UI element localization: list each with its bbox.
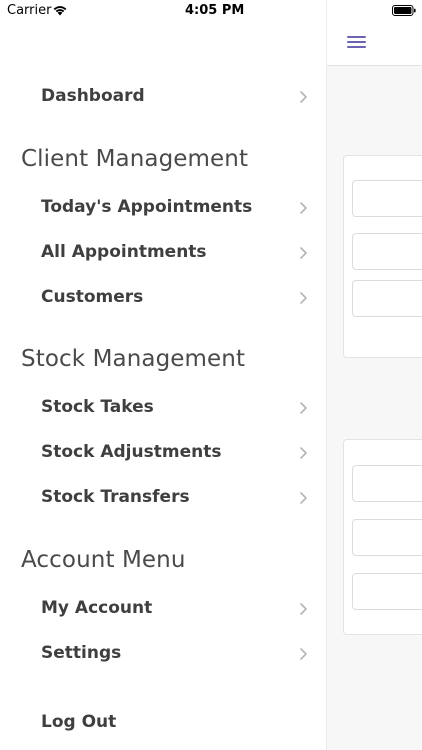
section-header-account-menu: Account Menu [21,547,186,573]
menu-item-stock-transfers[interactable]: Stock Transfers [0,478,326,518]
menu-item-stock-takes[interactable]: Stock Takes [0,388,326,428]
menu-item-label: Stock Transfers [41,487,190,507]
battery-icon [392,5,416,16]
chevron-right-icon [300,202,307,214]
section-header-client-management: Client Management [21,146,249,172]
input-field[interactable] [352,465,422,502]
menu-item-log-out[interactable]: Log Out [0,703,326,743]
carrier-label: Carrier [7,3,52,18]
chevron-right-icon [300,492,307,504]
chevron-right-icon [300,247,307,259]
wifi-icon [53,6,67,16]
content-panel [326,0,422,750]
menu-item-todays-appointments[interactable]: Today's Appointments [0,188,326,228]
input-field[interactable] [352,519,422,556]
menu-item-dashboard[interactable]: Dashboard [0,77,326,117]
menu-item-label: Settings [41,643,122,663]
chevron-right-icon [300,648,307,660]
menu-item-label: All Appointments [41,242,207,262]
chevron-right-icon [300,402,307,414]
menu-item-label: Dashboard [41,86,145,106]
menu-item-label: Today's Appointments [41,197,253,217]
chevron-right-icon [300,603,307,615]
hamburger-icon[interactable] [347,36,366,49]
menu-item-label: My Account [41,598,153,618]
input-field[interactable] [352,280,422,317]
status-time: 4:05 PM [185,3,245,18]
chevron-right-icon [300,447,307,459]
menu-item-my-account[interactable]: My Account [0,589,326,629]
status-bar: Carrier 4:05 PM [0,0,422,22]
menu-item-stock-adjustments[interactable]: Stock Adjustments [0,433,326,473]
input-field[interactable] [352,573,422,610]
menu-item-all-appointments[interactable]: All Appointments [0,233,326,273]
menu-item-label: Log Out [41,712,117,732]
menu-item-label: Stock Adjustments [41,442,222,462]
menu-item-customers[interactable]: Customers [0,278,326,318]
navigation-drawer: Dashboard Client Management Today's Appo… [0,0,326,750]
chevron-right-icon [300,292,307,304]
chevron-right-icon [300,91,307,103]
menu-item-label: Stock Takes [41,397,154,417]
input-field[interactable] [352,180,422,217]
input-field[interactable] [352,233,422,270]
menu-item-label: Customers [41,287,144,307]
section-header-stock-management: Stock Management [21,346,246,372]
menu-item-settings[interactable]: Settings [0,634,326,674]
